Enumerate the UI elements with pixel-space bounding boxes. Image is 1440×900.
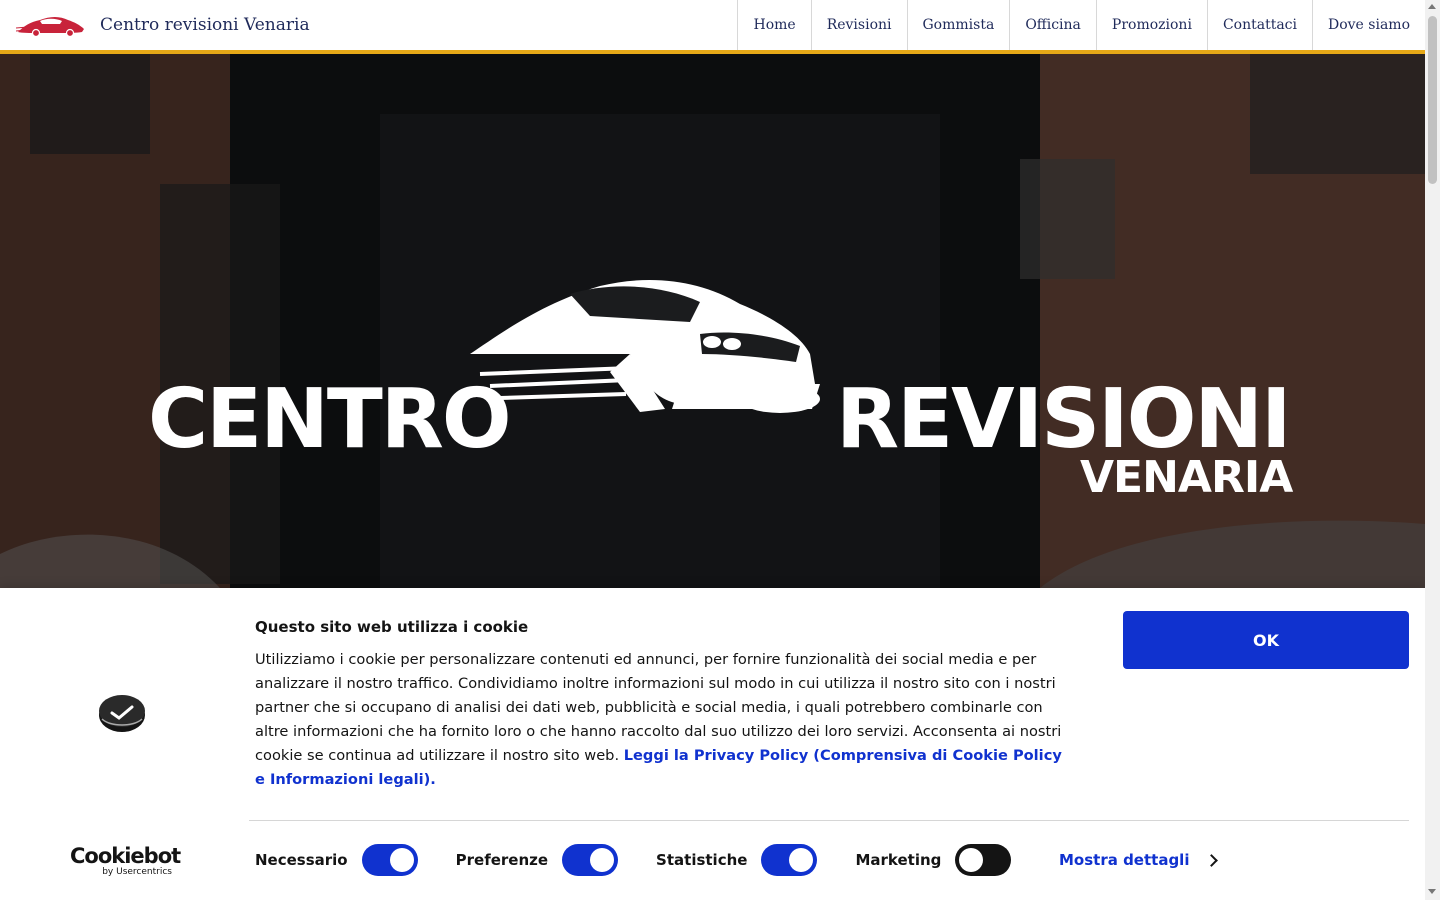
cookie-title: Questo sito web utilizza i cookie [255, 618, 529, 636]
toggle-necessario[interactable] [361, 844, 418, 876]
scroll-thumb[interactable] [1428, 16, 1437, 184]
cookiebot-logo-subtext: by Usercentrics [102, 867, 172, 877]
toggle-group-preferenze: Preferenze [455, 844, 619, 876]
hero-word-centro: CENTRO [148, 372, 512, 467]
toggle-knob [789, 848, 814, 872]
site-title: Centro revisioni Venaria [100, 15, 310, 35]
toggle-group-statistiche: Statistiche [656, 844, 818, 876]
toggle-group-marketing: Marketing [855, 844, 1012, 876]
toggle-knob [959, 848, 984, 872]
toggle-knob [590, 848, 615, 872]
toggle-label-statistiche: Statistiche [656, 851, 748, 869]
hero-word-venaria: VENARIA [1080, 452, 1293, 503]
car-logo-icon [16, 17, 84, 38]
cookie-consent-banner: Questo sito web utilizza i cookie Utiliz… [0, 588, 1425, 900]
nav-gommista[interactable]: Gommista [906, 0, 1010, 50]
toggle-statistiche[interactable] [761, 844, 818, 876]
brand[interactable]: Centro revisioni Venaria [0, 0, 310, 50]
toggle-group-necessario: Necessario [255, 844, 418, 876]
toggle-knob [389, 848, 414, 872]
nav-dove-siamo[interactable]: Dove siamo [1311, 0, 1425, 50]
toggle-marketing[interactable] [955, 844, 1012, 876]
cookie-description: Utilizziamo i cookie per personalizzare … [255, 648, 1073, 792]
scroll-up-icon[interactable] [1428, 4, 1436, 9]
toggle-label-marketing: Marketing [855, 851, 942, 869]
show-details-label: Mostra dettagli [1059, 851, 1190, 869]
nav-officina[interactable]: Officina [1009, 0, 1096, 50]
cookie-ok-button[interactable]: OK [1123, 611, 1409, 669]
hero-banner: CENTRO REVISIONI VENARIA [0, 54, 1425, 588]
main-nav: Home Revisioni Gommista Officina Promozi… [737, 0, 1425, 50]
show-details-link[interactable]: Mostra dettagli [1059, 851, 1219, 869]
nav-contattaci[interactable]: Contattaci [1206, 0, 1312, 50]
nav-home[interactable]: Home [737, 0, 810, 50]
scroll-down-icon[interactable] [1428, 889, 1436, 894]
cookiebot-brand[interactable]: Cookiebot by Usercentrics [70, 844, 181, 877]
chevron-right-icon [1205, 853, 1219, 867]
page-scrollbar[interactable] [1425, 0, 1440, 900]
nav-revisioni[interactable]: Revisioni [810, 0, 907, 50]
toggle-label-preferenze: Preferenze [455, 851, 549, 869]
cookiebot-logo-text: Cookiebot [70, 844, 181, 868]
cookiebot-icon [99, 695, 145, 732]
toggle-label-necessario: Necessario [255, 851, 348, 869]
hero-background-image [0, 54, 1425, 588]
cookie-toggle-row: Necessario Preferenze Statistiche Market… [255, 844, 1049, 876]
site-header: Centro revisioni Venaria Home Revisioni … [0, 0, 1425, 54]
toggle-preferenze[interactable] [562, 844, 619, 876]
nav-promozioni[interactable]: Promozioni [1095, 0, 1207, 50]
cookie-divider [249, 820, 1409, 821]
